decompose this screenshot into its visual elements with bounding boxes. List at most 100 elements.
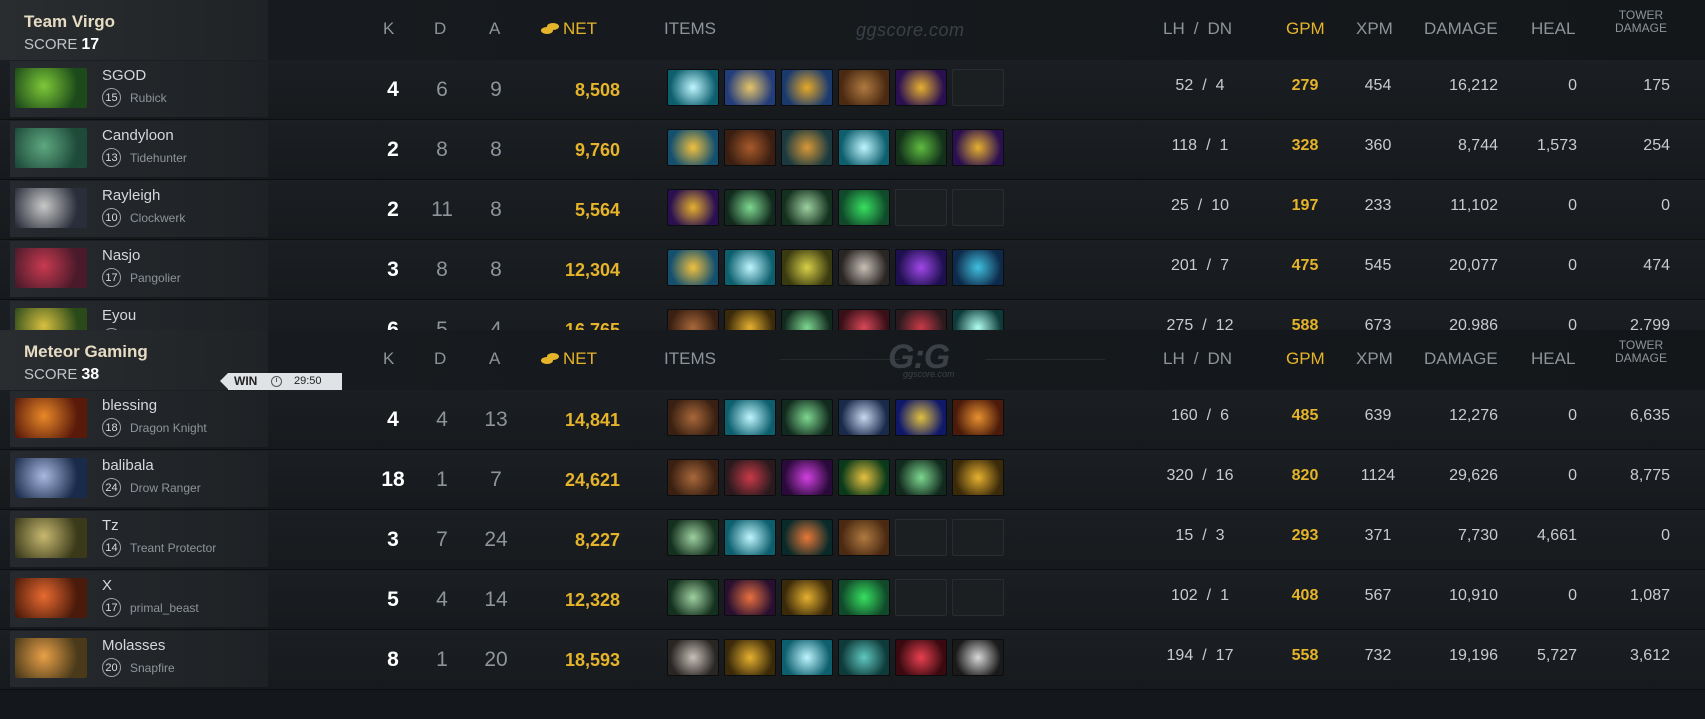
- item-icon[interactable]: [781, 459, 833, 496]
- item-icon[interactable]: [895, 399, 947, 436]
- item-icon[interactable]: [895, 459, 947, 496]
- col-header-k[interactable]: K: [383, 19, 394, 39]
- item-icon[interactable]: [838, 69, 890, 106]
- item-icon[interactable]: [724, 189, 776, 226]
- col-header-lh-dn[interactable]: LH / DN: [1163, 349, 1232, 369]
- player-info[interactable]: Candyloon 13 Tidehunter: [10, 121, 268, 177]
- player-name[interactable]: Tz: [102, 517, 119, 534]
- item-icon[interactable]: [838, 459, 890, 496]
- item-icon[interactable]: [724, 69, 776, 106]
- item-icon[interactable]: [724, 459, 776, 496]
- col-header-a[interactable]: A: [489, 349, 500, 369]
- item-icon[interactable]: [895, 129, 947, 166]
- hero-portrait[interactable]: [15, 398, 87, 438]
- col-header-gpm[interactable]: GPM: [1286, 349, 1325, 369]
- hero-portrait[interactable]: [15, 578, 87, 618]
- player-name[interactable]: Molasses: [102, 637, 165, 654]
- col-header-a[interactable]: A: [489, 19, 500, 39]
- player-row[interactable]: Tz 14 Treant Protector 3 7 24 8,227 15 / 3 293 371 7…: [0, 510, 1705, 570]
- player-info[interactable]: X 17 primal_beast: [10, 571, 268, 627]
- item-icon[interactable]: [781, 399, 833, 436]
- player-row[interactable]: Rayleigh 10 Clockwerk 2 11 8 5,564 25 / 10 197 233 1…: [0, 180, 1705, 240]
- hero-portrait[interactable]: [15, 68, 87, 108]
- item-icon[interactable]: [667, 249, 719, 286]
- col-header-heal[interactable]: HEAL: [1531, 19, 1575, 39]
- hero-portrait[interactable]: [15, 458, 87, 498]
- item-icon[interactable]: [724, 519, 776, 556]
- item-icon[interactable]: [952, 639, 1004, 676]
- item-icon[interactable]: [667, 399, 719, 436]
- item-icon[interactable]: [667, 519, 719, 556]
- hero-portrait[interactable]: [15, 638, 87, 678]
- col-header-d[interactable]: D: [434, 349, 446, 369]
- player-info[interactable]: balibala 24 Drow Ranger: [10, 451, 268, 507]
- player-info[interactable]: Rayleigh 10 Clockwerk: [10, 181, 268, 237]
- item-icon[interactable]: [667, 639, 719, 676]
- item-icon[interactable]: [781, 69, 833, 106]
- item-icon[interactable]: [724, 639, 776, 676]
- item-icon[interactable]: [838, 129, 890, 166]
- player-row[interactable]: Candyloon 13 Tidehunter 2 8 8 9,760 118 / 1 328 360…: [0, 120, 1705, 180]
- item-icon[interactable]: [838, 579, 890, 616]
- col-header-xpm[interactable]: XPM: [1356, 19, 1393, 39]
- item-icon[interactable]: [667, 579, 719, 616]
- item-icon[interactable]: [781, 579, 833, 616]
- col-header-xpm[interactable]: XPM: [1356, 349, 1393, 369]
- player-name[interactable]: balibala: [102, 457, 154, 474]
- hero-portrait[interactable]: [15, 188, 87, 228]
- item-icon[interactable]: [838, 249, 890, 286]
- player-info[interactable]: SGOD 15 Rubick: [10, 61, 268, 117]
- item-icon[interactable]: [838, 189, 890, 226]
- item-icon[interactable]: [952, 129, 1004, 166]
- player-name[interactable]: Nasjo: [102, 247, 140, 264]
- item-icon[interactable]: [952, 399, 1004, 436]
- col-header-damage[interactable]: DAMAGE: [1424, 19, 1498, 39]
- item-icon[interactable]: [838, 399, 890, 436]
- item-icon[interactable]: [724, 399, 776, 436]
- col-header-tower-damage[interactable]: TOWER DAMAGE: [1615, 9, 1667, 35]
- item-icon[interactable]: [952, 249, 1004, 286]
- player-name[interactable]: X: [102, 577, 112, 594]
- col-header-net[interactable]: NET: [541, 19, 597, 39]
- col-header-heal[interactable]: HEAL: [1531, 349, 1575, 369]
- item-icon[interactable]: [667, 129, 719, 166]
- player-info[interactable]: blessing 18 Dragon Knight: [10, 391, 268, 447]
- item-icon[interactable]: [952, 459, 1004, 496]
- item-icon[interactable]: [838, 639, 890, 676]
- item-icon[interactable]: [724, 129, 776, 166]
- hero-portrait[interactable]: [15, 128, 87, 168]
- item-icon[interactable]: [781, 519, 833, 556]
- item-icon[interactable]: [838, 519, 890, 556]
- col-header-d[interactable]: D: [434, 19, 446, 39]
- player-info[interactable]: Molasses 20 Snapfire: [10, 631, 268, 687]
- player-info[interactable]: Tz 14 Treant Protector: [10, 511, 268, 567]
- col-header-net[interactable]: NET: [541, 349, 597, 369]
- col-header-k[interactable]: K: [383, 349, 394, 369]
- item-icon[interactable]: [781, 639, 833, 676]
- player-row[interactable]: X 17 primal_beast 5 4 14 12,328 102 / 1 408 567 10,9…: [0, 570, 1705, 630]
- player-name[interactable]: Rayleigh: [102, 187, 160, 204]
- item-icon[interactable]: [895, 69, 947, 106]
- player-name[interactable]: SGOD: [102, 67, 146, 84]
- player-row[interactable]: blessing 18 Dragon Knight 4 4 13 14,841 160 / 6 48…: [0, 390, 1705, 450]
- col-header-damage[interactable]: DAMAGE: [1424, 349, 1498, 369]
- item-icon[interactable]: [667, 189, 719, 226]
- player-row[interactable]: SGOD 15 Rubick 4 6 9 8,508 52 / 4 279 454 16,212 0 175: [0, 60, 1705, 120]
- hero-portrait[interactable]: [15, 248, 87, 288]
- col-header-lh-dn[interactable]: LH / DN: [1163, 19, 1232, 39]
- item-icon[interactable]: [895, 639, 947, 676]
- col-header-gpm[interactable]: GPM: [1286, 19, 1325, 39]
- player-info[interactable]: Nasjo 17 Pangolier: [10, 241, 268, 297]
- item-icon[interactable]: [895, 249, 947, 286]
- item-icon[interactable]: [781, 189, 833, 226]
- col-header-tower-damage[interactable]: TOWER DAMAGE: [1615, 339, 1667, 365]
- item-icon[interactable]: [667, 69, 719, 106]
- item-icon[interactable]: [724, 249, 776, 286]
- player-name[interactable]: blessing: [102, 397, 157, 414]
- item-icon[interactable]: [781, 129, 833, 166]
- player-row[interactable]: Molasses 20 Snapfire 8 1 20 18,593 194 / 17 558 732…: [0, 630, 1705, 690]
- item-icon[interactable]: [724, 579, 776, 616]
- hero-portrait[interactable]: [15, 518, 87, 558]
- item-icon[interactable]: [781, 249, 833, 286]
- item-icon[interactable]: [667, 459, 719, 496]
